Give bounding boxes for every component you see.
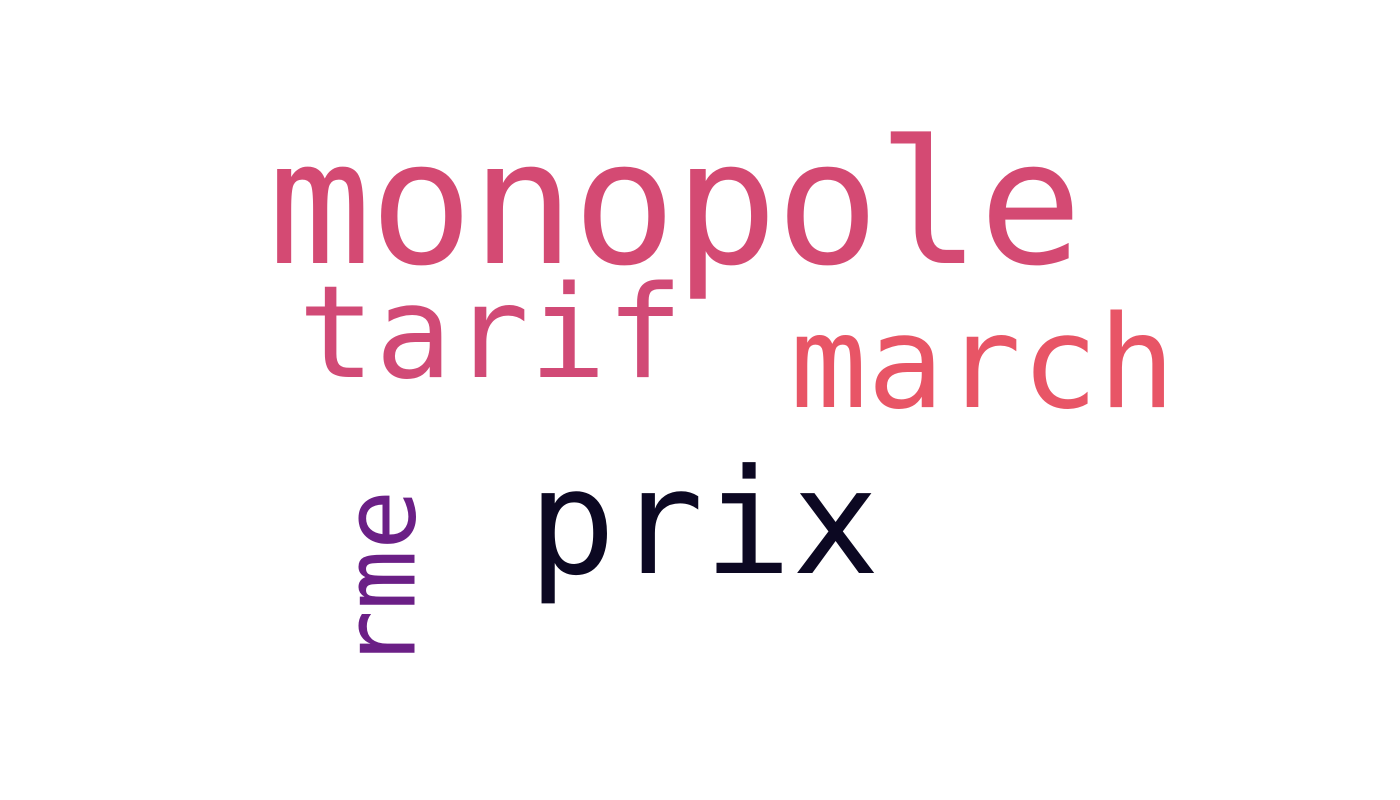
word-rme: rme <box>321 489 439 671</box>
word-prix: prix <box>528 438 880 608</box>
word-march: march <box>790 289 1176 438</box>
word-cloud: monopole tarif march prix rme <box>0 0 1400 800</box>
word-tarif: tarif <box>298 259 684 408</box>
